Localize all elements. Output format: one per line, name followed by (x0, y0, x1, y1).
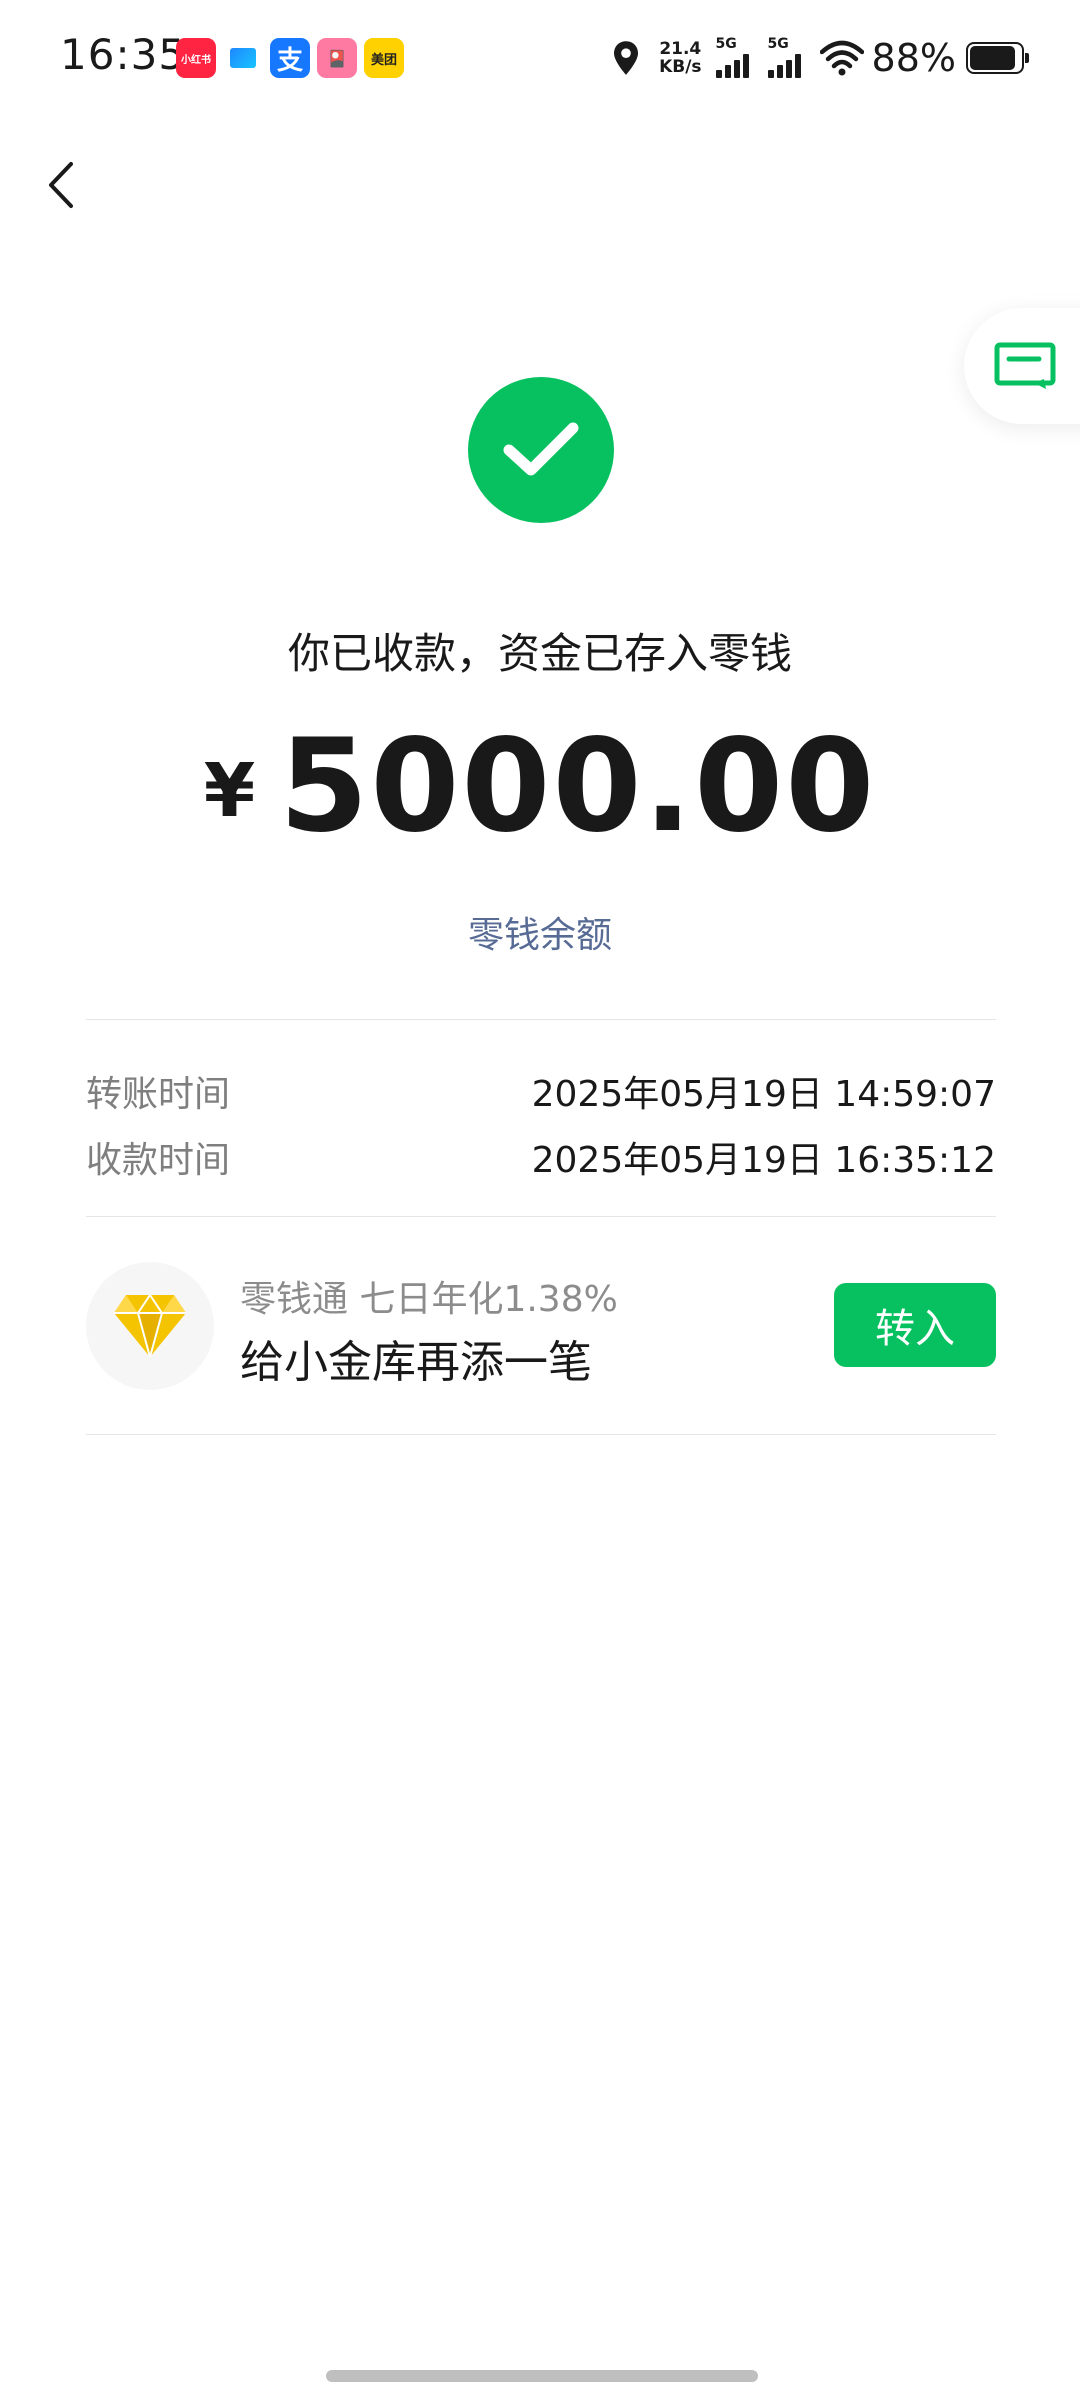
status-time: 16:35 (60, 30, 187, 79)
diamond-icon (114, 1294, 186, 1358)
sim2-label: 5G (767, 36, 789, 52)
promo-subtitle: 零钱通 七日年化1.38% (240, 1279, 618, 1320)
status-indicators: 21.4 KB/s 5G 5G 88% (611, 34, 1029, 82)
battery-icon (966, 42, 1029, 74)
currency-symbol: ¥ (203, 748, 256, 834)
amount-value: 5000.00 (279, 712, 877, 861)
promo-icon-circle (86, 1262, 214, 1390)
chevron-left-icon (49, 162, 73, 208)
amount-display: ¥ 5000.00 (0, 712, 1080, 861)
network-speed: 21.4 KB/s (659, 40, 701, 76)
detail-row-receipt-time: 收款时间 2025年05月19日 16:35:12 (86, 1130, 996, 1184)
blue-app-icon (223, 38, 263, 78)
back-button[interactable] (30, 150, 90, 220)
wifi-icon (819, 40, 864, 76)
divider-bottom (86, 1434, 996, 1435)
status-bar: 16:35 小红书 支 🎴 美团 21.4 KB/s 5G 5G 88% (0, 0, 1080, 116)
transfer-time-value: 2025年05月19日 14:59:07 (531, 1074, 996, 1115)
network-speed-value: 21.4 (659, 39, 702, 59)
battery-percent: 88% (871, 36, 956, 80)
meituan-app-icon: 美团 (364, 38, 404, 78)
floating-message-button[interactable] (964, 308, 1080, 424)
checkmark-icon (503, 422, 579, 476)
balance-link[interactable]: 零钱余额 (0, 906, 1080, 958)
receipt-headline: 你已收款，资金已存入零钱 (287, 629, 792, 678)
signal-sim2-icon: 5G (767, 36, 810, 78)
detail-row-transfer-time: 转账时间 2025年05月19日 14:59:07 (86, 1064, 996, 1118)
receipt-time-value: 2025年05月19日 16:35:12 (531, 1140, 996, 1181)
divider-middle (86, 1216, 996, 1217)
receipt-time-label: 收款时间 (86, 1140, 231, 1181)
transfer-time-label: 转账时间 (86, 1074, 231, 1115)
game-app-icon: 🎴 (317, 38, 357, 78)
location-icon (614, 41, 639, 75)
signal-sim1-icon: 5G (715, 36, 758, 78)
divider-top (86, 1019, 996, 1020)
promo-title: 给小金库再添一笔 (240, 1337, 592, 1388)
transfer-in-button[interactable]: 转入 (834, 1283, 996, 1367)
xiaohongshu-app-icon: 小红书 (176, 38, 216, 78)
network-speed-unit: KB/s (659, 57, 702, 77)
sim1-label: 5G (715, 36, 737, 52)
home-indicator[interactable] (326, 2370, 758, 2382)
alipay-app-icon: 支 (270, 38, 310, 78)
success-check-circle (468, 377, 614, 523)
message-square-icon (994, 342, 1056, 389)
notification-app-icons: 小红书 支 🎴 美团 (176, 38, 411, 78)
